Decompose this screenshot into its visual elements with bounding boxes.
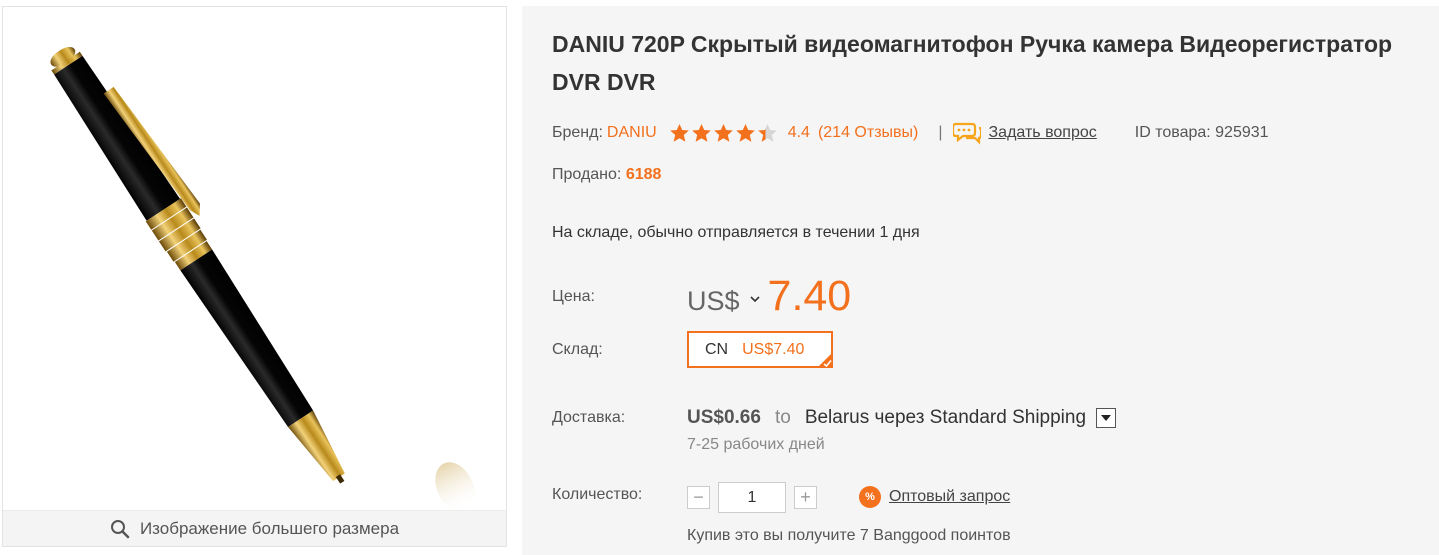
selected-check-icon — [817, 352, 833, 368]
product-image-gallery: Изображение большего размера — [2, 6, 507, 547]
meta-separator: | — [938, 124, 943, 141]
star-icon — [691, 124, 711, 142]
sold-value: 6188 — [625, 166, 662, 183]
quantity-input[interactable] — [718, 482, 786, 513]
sold-count: Продано: 6188 — [552, 166, 661, 184]
ask-question-link[interactable]: Задать вопрос — [952, 121, 1097, 145]
price-label: Цена: — [552, 288, 595, 305]
star-icon — [757, 124, 777, 142]
wholesale-inquiry-label: Оптовый запрос — [889, 488, 1011, 505]
chat-bubble-icon — [952, 122, 981, 145]
product-title: DANIU 720P Скрытый видеомагнитофон Ручка… — [552, 31, 1393, 95]
brand-label: Бренд: — [552, 124, 603, 141]
product-meta-row: Бренд: DANIU 4.4 (214 Отзывы) | Задать в… — [552, 120, 1269, 146]
product-info-panel: DANIU 720P Скрытый видеомагнитофон Ручка… — [522, 6, 1439, 555]
ask-question-label: Задать вопрос — [988, 124, 1097, 141]
product-id: ID товара: 925931 — [1134, 124, 1269, 141]
wholesale-inquiry-link[interactable]: % Оптовый запрос — [859, 486, 1010, 508]
star-icon — [669, 124, 689, 142]
warehouse-price: US$7.40 — [742, 340, 805, 358]
caret-down-icon — [1101, 415, 1112, 421]
shipping-dropdown-button[interactable] — [1096, 408, 1117, 428]
chevron-down-icon[interactable] — [749, 294, 760, 304]
quantity-increase-button[interactable]: + — [794, 486, 817, 509]
shipping-label: Доставка: — [552, 409, 626, 426]
shipping-days: 7-25 рабочих дней — [687, 436, 825, 453]
rating-value: 4.4 — [787, 124, 810, 141]
warehouse-code: CN — [705, 340, 729, 358]
quantity-label: Количество: — [552, 486, 643, 503]
enlarge-image-bar[interactable]: Изображение большего размера — [3, 510, 506, 546]
pen-camera-image — [50, 46, 475, 510]
star-icon — [735, 124, 755, 142]
rating-stars — [669, 123, 778, 143]
quantity-stepper: − + — [687, 482, 817, 513]
discount-badge-icon: % — [859, 486, 881, 508]
sold-label: Продано: — [552, 166, 622, 183]
enlarge-image-label: Изображение большего размера — [139, 518, 400, 538]
price-display: US$ 7.40 — [687, 272, 851, 321]
price-value: 7.40 — [767, 272, 852, 320]
shipping-destination[interactable]: Belarus через Standard Shipping — [805, 407, 1086, 429]
shipping-cost: US$0.66 — [687, 407, 761, 428]
product-image[interactable] — [3, 7, 506, 510]
shipping-to: to — [774, 407, 791, 428]
warehouse-option-cn[interactable]: CN US$7.40 — [687, 331, 833, 368]
shipping-info: US$0.66 to Belarus через Standard Shippi… — [687, 407, 1117, 429]
star-icon — [713, 124, 733, 142]
reward-points-text: Купив это вы получите 7 Banggood поинтов — [687, 527, 1011, 544]
reviews-link[interactable]: (214 Отзывы) — [818, 124, 918, 142]
quantity-decrease-button[interactable]: − — [687, 486, 710, 509]
warehouse-label: Склад: — [552, 341, 603, 358]
stock-status: На складе, обычно отправляется в течении… — [552, 224, 920, 241]
search-icon — [110, 519, 130, 538]
currency-selector[interactable]: US$ — [687, 286, 740, 317]
brand-link[interactable]: DANIU — [607, 124, 657, 142]
